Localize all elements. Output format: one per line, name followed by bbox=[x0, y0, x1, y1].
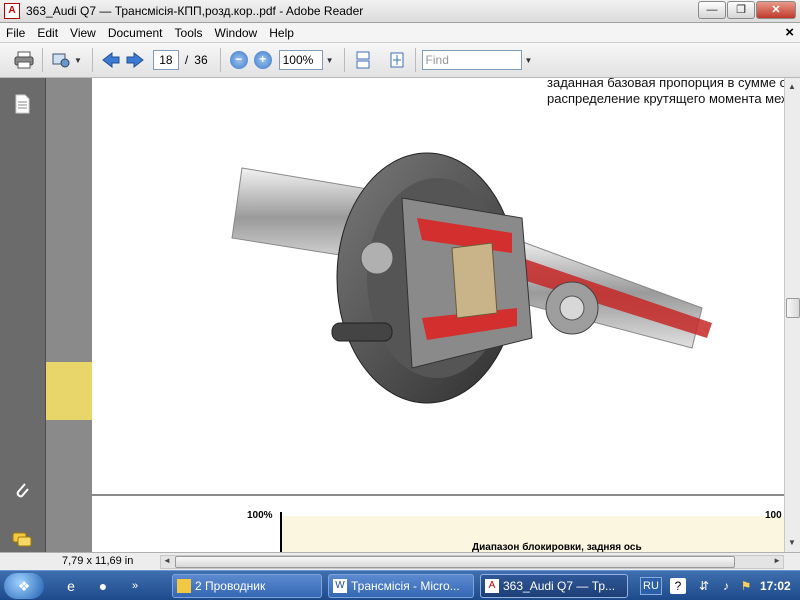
language-indicator[interactable]: RU bbox=[640, 577, 662, 595]
window-controls: — ❐ ✕ bbox=[697, 1, 796, 19]
scrolling-mode-icon[interactable] bbox=[351, 48, 375, 72]
page-margin-highlight bbox=[46, 362, 92, 420]
page-separator: / bbox=[184, 53, 189, 67]
clock: 17:02 bbox=[760, 579, 791, 593]
start-button[interactable]: ❖ bbox=[4, 573, 44, 599]
toolbar-separator bbox=[414, 48, 416, 72]
toolbar-separator bbox=[91, 48, 93, 72]
task-word[interactable]: W Трансмісія - Micro... bbox=[328, 574, 474, 598]
pages-icon[interactable] bbox=[10, 92, 34, 116]
chart-axis-label: 100 bbox=[765, 510, 782, 521]
toolbar-separator bbox=[42, 48, 43, 72]
document-text-line: заданная базовая пропорция в сумме опред… bbox=[547, 78, 784, 90]
document-close-button[interactable]: × bbox=[785, 24, 794, 41]
task-label: 2 Проводник bbox=[195, 579, 266, 593]
scroll-left-icon[interactable]: ◄ bbox=[163, 556, 171, 565]
taskbar: ❖ e ● » 2 Проводник W Трансмісія - Micro… bbox=[0, 570, 800, 600]
toolbar-separator bbox=[343, 48, 345, 72]
page-number-input[interactable]: 18 bbox=[152, 50, 179, 70]
folder-icon bbox=[177, 579, 191, 593]
page-total: 36 bbox=[194, 53, 208, 67]
scroll-right-icon[interactable]: ► bbox=[773, 556, 781, 565]
pdf-app-icon: A bbox=[4, 3, 20, 19]
zoom-out-icon[interactable]: − bbox=[229, 51, 248, 69]
help-icon[interactable]: ? bbox=[670, 578, 686, 594]
comments-icon[interactable] bbox=[10, 528, 34, 552]
close-button[interactable]: ✕ bbox=[756, 1, 796, 19]
toolbar: ▼ 18 / 36 − + 100% ▼ Find ▼ bbox=[0, 43, 800, 78]
quick-launch-icon[interactable]: ● bbox=[94, 577, 112, 595]
vertical-scroll-thumb[interactable] bbox=[786, 298, 800, 318]
task-explorer[interactable]: 2 Проводник bbox=[172, 574, 322, 598]
task-label: 363_Audi Q7 — Тр... bbox=[503, 579, 616, 593]
collaborate-icon[interactable] bbox=[49, 48, 73, 72]
zoom-level-input[interactable]: 100% bbox=[278, 50, 323, 70]
page-size-label: 7,79 x 11,69 in bbox=[62, 555, 134, 567]
next-page-icon[interactable] bbox=[123, 48, 147, 72]
zoom-in-icon[interactable]: + bbox=[253, 51, 272, 69]
horizontal-scrollbar[interactable]: ◄ ► bbox=[160, 555, 784, 569]
previous-page-icon[interactable] bbox=[99, 48, 123, 72]
chart-caption: Диапазон блокировки, задняя ось bbox=[472, 542, 642, 552]
menu-document[interactable]: Document bbox=[102, 26, 169, 40]
status-bar: 7,79 x 11,69 in ◄ ► bbox=[0, 552, 800, 570]
window-title: 363_Audi Q7 — Трансмісія-КПП,розд.кор..p… bbox=[26, 4, 364, 18]
restore-button[interactable]: ❐ bbox=[727, 1, 755, 19]
menu-file[interactable]: File bbox=[0, 26, 31, 40]
task-label: Трансмісія - Micro... bbox=[351, 579, 460, 593]
quick-launch-expand-icon[interactable]: » bbox=[126, 577, 144, 595]
security-flag-icon[interactable]: ⚑ bbox=[738, 578, 754, 594]
menu-window[interactable]: Window bbox=[209, 26, 264, 40]
pdf-app-icon: A bbox=[485, 579, 499, 593]
chevron-down-icon[interactable]: ▼ bbox=[525, 56, 533, 65]
title-bar: A 363_Audi Q7 — Трансмісія-КПП,розд.кор.… bbox=[0, 0, 800, 23]
menu-tools[interactable]: Tools bbox=[169, 26, 209, 40]
navigation-panel bbox=[0, 78, 46, 552]
scroll-up-icon[interactable]: ▲ bbox=[788, 82, 796, 91]
pdf-page: заданная базовая пропорция в сумме опред… bbox=[92, 78, 784, 494]
vertical-scrollbar[interactable]: ▲ ▼ bbox=[784, 78, 800, 552]
network-icon[interactable]: ⇵ bbox=[696, 578, 712, 594]
differential-illustration bbox=[231, 152, 712, 404]
menu-edit[interactable]: Edit bbox=[31, 26, 64, 40]
chevron-down-icon[interactable]: ▼ bbox=[326, 56, 334, 65]
minimize-button[interactable]: — bbox=[698, 1, 726, 19]
volume-icon[interactable]: ♪ bbox=[718, 578, 734, 594]
system-tray: RU ? ⇵ ♪ ⚑ 17:02 bbox=[636, 573, 800, 599]
pdf-page: 100% 100 Диапазон блокировки, задняя ось bbox=[92, 496, 784, 552]
print-icon[interactable] bbox=[12, 48, 36, 72]
word-document-icon: W bbox=[333, 579, 347, 593]
task-adobe-reader[interactable]: A 363_Audi Q7 — Тр... bbox=[480, 574, 628, 598]
internet-explorer-icon[interactable]: e bbox=[62, 577, 80, 595]
menu-bar: File Edit View Document Tools Window Hel… bbox=[0, 23, 800, 43]
chevron-down-icon[interactable]: ▼ bbox=[74, 56, 82, 65]
find-input[interactable]: Find bbox=[421, 50, 522, 70]
document-view[interactable]: заданная базовая пропорция в сумме опред… bbox=[46, 78, 784, 552]
attachments-icon[interactable] bbox=[10, 478, 34, 502]
menu-view[interactable]: View bbox=[64, 26, 102, 40]
document-text-line: распределение крутящего момента между ос bbox=[547, 91, 784, 106]
chart-axis-label: 100% bbox=[247, 510, 273, 521]
fit-page-icon[interactable] bbox=[385, 48, 409, 72]
windows-logo-icon: ❖ bbox=[17, 578, 31, 594]
toolbar-separator bbox=[219, 48, 221, 72]
horizontal-scroll-thumb[interactable] bbox=[175, 556, 735, 568]
menu-help[interactable]: Help bbox=[263, 26, 300, 40]
scroll-down-icon[interactable]: ▼ bbox=[788, 538, 796, 547]
